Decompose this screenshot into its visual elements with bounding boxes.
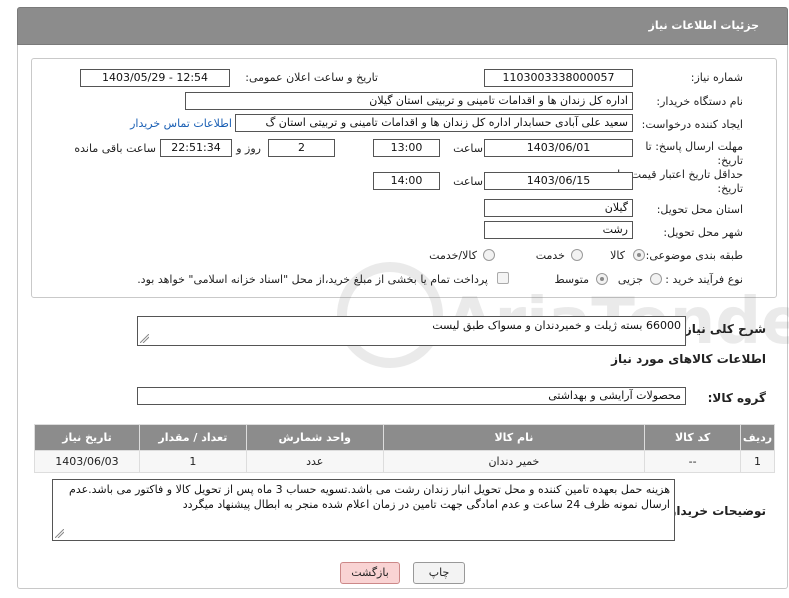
process-radio-medium[interactable] xyxy=(596,273,608,285)
table-row[interactable]: 1 -- خمیر دندان عدد 1 1403/06/03 xyxy=(34,450,775,473)
treasury-payment-note: پرداخت تمام یا بخشی از مبلغ خرید،از محل … xyxy=(137,273,488,286)
treasury-payment-checkbox[interactable] xyxy=(497,272,509,284)
cell-quantity: 1 xyxy=(138,450,247,473)
col-item-name: نام کالا xyxy=(382,424,646,451)
remaining-label: ساعت باقی مانده xyxy=(74,142,156,155)
buyer-org-field[interactable]: اداره کل زندان ها و اقدامات تامینی و ترب… xyxy=(185,92,633,110)
creator-field[interactable]: سعید علی آبادی حسابدار اداره کل زندان ها… xyxy=(235,114,633,132)
category-radio-service[interactable] xyxy=(571,249,583,261)
city-label: شهر محل تحویل: xyxy=(663,226,743,239)
need-number-label: شماره نیاز: xyxy=(690,71,743,84)
description-text: 66000 بسته ژیلت و خمیردندان و مسواک طبق … xyxy=(432,319,681,332)
print-button[interactable]: چاپ xyxy=(413,562,465,584)
category-option-goods: کالا xyxy=(610,249,625,262)
goods-table: ردیف کد کالا نام کالا واحد شمارش تعداد /… xyxy=(34,424,775,473)
process-radio-partial[interactable] xyxy=(650,273,662,285)
cell-need-date: 1403/06/03 xyxy=(34,450,140,473)
remaining-time-field: 22:51:34 xyxy=(160,139,232,157)
category-radio-goods[interactable] xyxy=(633,249,645,261)
cell-item-code: -- xyxy=(644,450,742,473)
goods-info-title: اطلاعات کالاهای مورد نیاز xyxy=(611,352,766,366)
need-number-field[interactable]: 1103003338000057 xyxy=(484,69,633,87)
category-label: طبقه بندی موضوعی: xyxy=(645,249,743,262)
buyer-notes-field[interactable]: هزینه حمل بعهده تامین کننده و محل تحویل … xyxy=(52,479,675,541)
buyer-notes-text: هزینه حمل بعهده تامین کننده و محل تحویل … xyxy=(69,483,670,511)
days-field[interactable]: 2 xyxy=(268,139,335,157)
page-title: جزئیات اطلاعات نیاز xyxy=(648,19,760,32)
validity-time-label: ساعت xyxy=(453,175,483,188)
reply-deadline-label: مهلت ارسال پاسخ: تا تاریخ: xyxy=(645,140,743,167)
province-label: استان محل تحویل: xyxy=(656,203,743,216)
province-field[interactable]: گیلان xyxy=(484,199,633,217)
buyer-notes-label: توضیحات خریدار: xyxy=(664,504,766,518)
back-button[interactable]: بازگشت xyxy=(340,562,400,584)
resize-handle-icon[interactable] xyxy=(55,529,64,538)
description-field[interactable]: 66000 بسته ژیلت و خمیردندان و مسواک طبق … xyxy=(137,316,686,346)
cell-row: 1 xyxy=(740,450,775,473)
col-quantity: تعداد / مقدار xyxy=(138,424,247,451)
category-radio-goods-service[interactable] xyxy=(483,249,495,261)
description-label: شرح کلی نیاز: xyxy=(680,322,766,336)
resize-handle-icon[interactable] xyxy=(140,334,149,343)
goods-group-field[interactable]: محصولات آرایشی و بهداشتی xyxy=(137,387,686,405)
col-need-date: تاریخ نیاز xyxy=(34,424,140,451)
goods-group-label: گروه کالا: xyxy=(707,391,766,405)
announce-label: تاریخ و ساعت اعلان عمومی: xyxy=(245,71,378,84)
cell-unit: عدد xyxy=(245,450,384,473)
reply-time-field[interactable]: 13:00 xyxy=(373,139,440,157)
reply-date-field[interactable]: 1403/06/01 xyxy=(484,139,633,157)
buyer-org-label: نام دستگاه خریدار: xyxy=(656,95,743,108)
announce-datetime-field[interactable]: 1403/05/29 - 12:54 xyxy=(80,69,230,87)
col-row: ردیف xyxy=(740,424,775,451)
process-option-partial: جزیی xyxy=(617,273,643,286)
process-option-medium: متوسط xyxy=(554,273,589,286)
creator-label: ایجاد کننده درخواست: xyxy=(641,118,743,131)
city-field[interactable]: رشت xyxy=(484,221,633,239)
validity-date-field[interactable]: 1403/06/15 xyxy=(484,172,633,190)
days-label: روز و xyxy=(236,142,261,155)
reply-time-label: ساعت xyxy=(453,142,483,155)
col-item-code: کد کالا xyxy=(644,424,742,451)
buyer-contact-link[interactable]: اطلاعات تماس خریدار xyxy=(130,117,232,130)
cell-item-name: خمیر دندان xyxy=(382,450,646,473)
col-unit: واحد شمارش xyxy=(245,424,384,451)
validity-time-field[interactable]: 14:00 xyxy=(373,172,440,190)
process-label: نوع فرآیند خرید : xyxy=(665,273,743,286)
goods-table-header: ردیف کد کالا نام کالا واحد شمارش تعداد /… xyxy=(34,424,775,451)
category-option-service: خدمت xyxy=(535,249,565,262)
header-bar: جزئیات اطلاعات نیاز xyxy=(17,7,788,45)
category-option-goods-service: کالا/خدمت xyxy=(429,249,477,262)
